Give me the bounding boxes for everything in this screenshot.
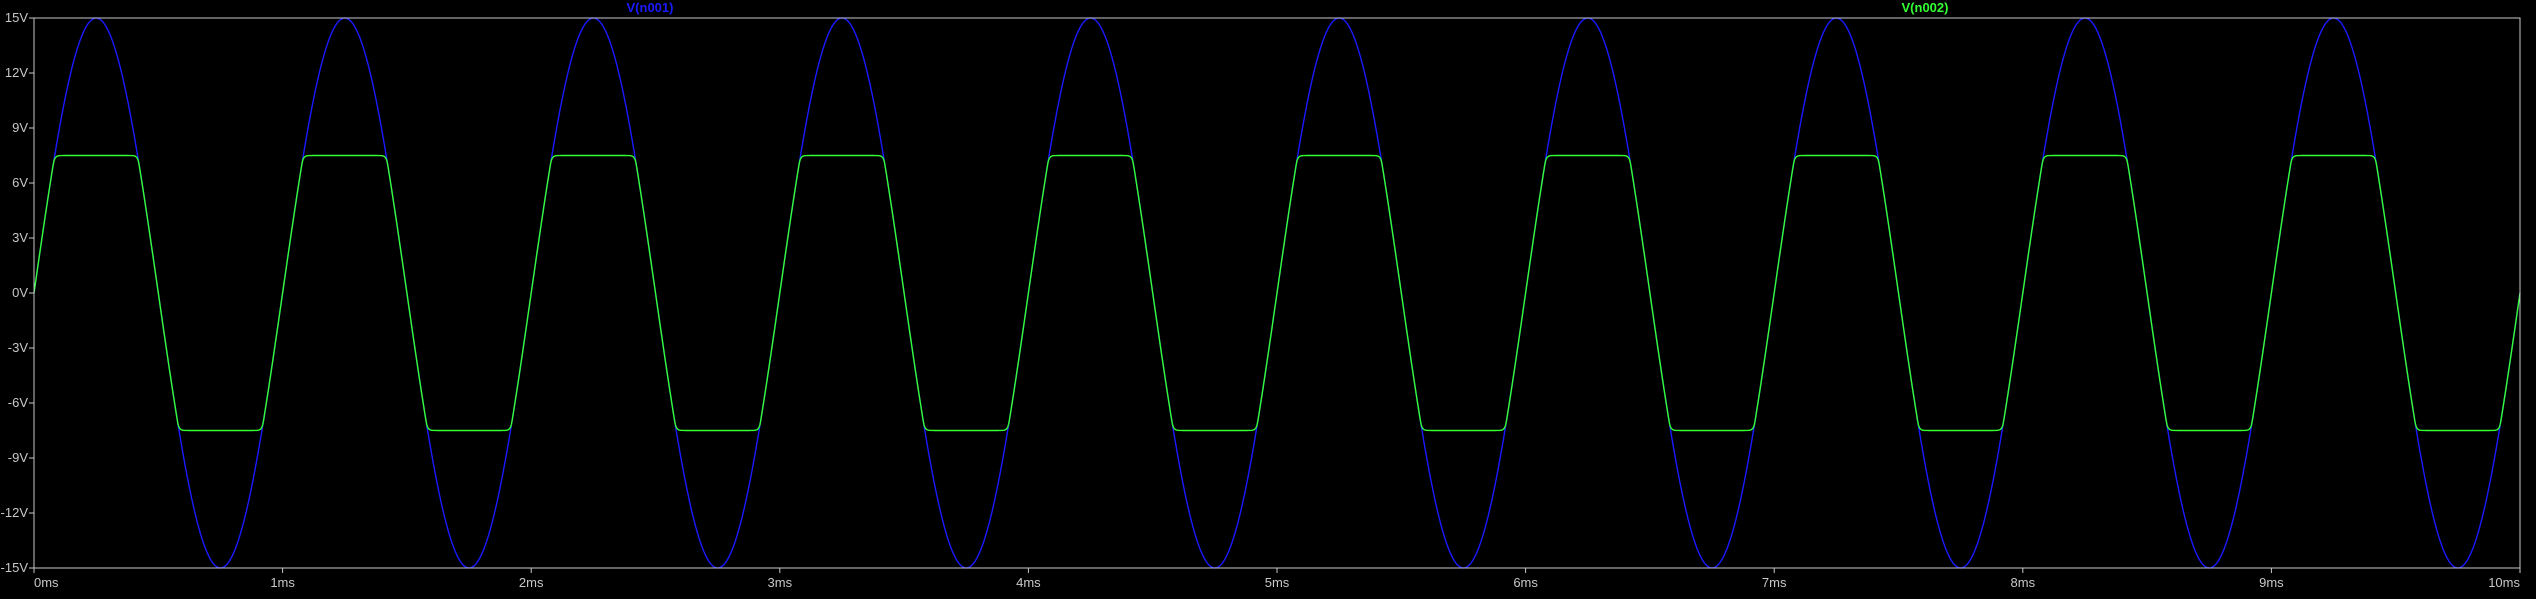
x-tick-label: 5ms bbox=[1265, 575, 1290, 590]
x-tick-label: 6ms bbox=[1513, 575, 1538, 590]
y-tick-label: -6V bbox=[8, 395, 29, 410]
plot-svg: 0ms 1ms 2ms 3ms 4ms 5ms 6ms 7ms 8ms 9ms 10ms 15V 12… bbox=[0, 0, 2536, 594]
y-tick-label: 3V bbox=[12, 230, 28, 245]
x-tick-label: 3ms bbox=[768, 575, 793, 590]
plot-background bbox=[0, 0, 2536, 594]
y-tick-label: 6V bbox=[12, 175, 28, 190]
y-tick-label: 15V bbox=[5, 10, 28, 25]
x-tick-label: 0ms bbox=[34, 575, 59, 590]
y-tick-label: 0V bbox=[12, 285, 28, 300]
y-tick-label: -9V bbox=[8, 450, 29, 465]
x-tick-label: 4ms bbox=[1016, 575, 1041, 590]
waveform-plot: 0ms 1ms 2ms 3ms 4ms 5ms 6ms 7ms 8ms 9ms 10ms 15V 12… bbox=[0, 0, 2536, 594]
y-tick-label: -12V bbox=[1, 505, 29, 520]
legend-entry-v-n001[interactable]: V(n001) bbox=[627, 0, 674, 15]
y-tick-label: 9V bbox=[12, 120, 28, 135]
y-tick-label: 12V bbox=[5, 65, 28, 80]
y-tick-label: -15V bbox=[1, 560, 29, 575]
legend-entry-v-n002[interactable]: V(n002) bbox=[1902, 0, 1949, 15]
x-tick-label: 7ms bbox=[1762, 575, 1787, 590]
x-tick-label: 8ms bbox=[2011, 575, 2036, 590]
x-tick-label: 1ms bbox=[270, 575, 295, 590]
x-tick-label: 2ms bbox=[519, 575, 544, 590]
x-tick-label: 9ms bbox=[2259, 575, 2284, 590]
y-tick-label: -3V bbox=[8, 340, 29, 355]
x-tick-label: 10ms bbox=[2488, 575, 2520, 590]
